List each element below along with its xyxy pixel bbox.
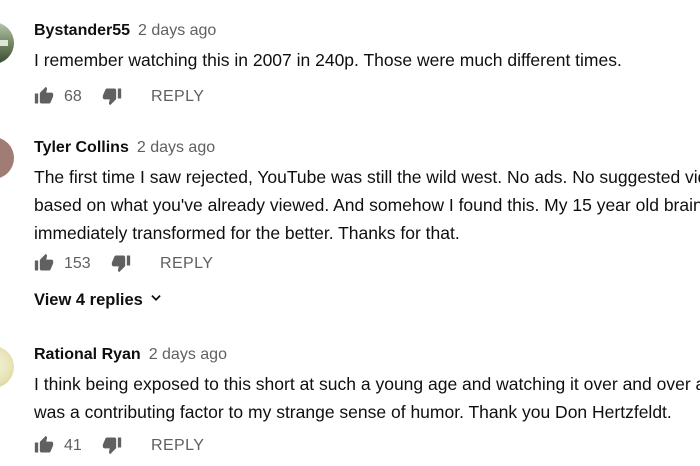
comment-text-line: I think being exposed to this short at s… xyxy=(34,374,700,394)
thumb-down-icon[interactable] xyxy=(102,86,122,106)
comment-text: I think being exposed to this short at s… xyxy=(34,370,700,426)
avatar[interactable] xyxy=(0,137,14,179)
comment-text: The first time I saw rejected, YouTube w… xyxy=(34,163,700,247)
view-replies-button[interactable]: View 4 replies xyxy=(34,291,163,310)
reply-button[interactable]: REPLY xyxy=(151,88,204,106)
avatar[interactable] xyxy=(0,22,14,64)
chevron-down-icon xyxy=(149,291,163,310)
comment-author[interactable]: Bystander55 xyxy=(34,22,130,39)
comment-text-line: I remember watching this in 2007 in 240p… xyxy=(34,50,622,70)
like-count: 41 xyxy=(64,437,82,454)
comment-date[interactable]: 2 days ago xyxy=(138,22,216,39)
comment-header: Bystander55 2 days ago xyxy=(34,22,216,40)
comment-date[interactable]: 2 days ago xyxy=(149,346,227,363)
comment-author[interactable]: Tyler Collins xyxy=(34,139,129,156)
comment-text: I remember watching this in 2007 in 240p… xyxy=(34,46,700,74)
like-count: 68 xyxy=(64,88,82,105)
thumb-up-icon[interactable] xyxy=(34,253,54,273)
like-count: 153 xyxy=(64,255,91,272)
comment-header: Tyler Collins 2 days ago xyxy=(34,139,215,157)
thumb-down-icon[interactable] xyxy=(102,435,122,455)
comment-text-line: was a contributing factor to my strange … xyxy=(34,402,672,422)
avatar[interactable] xyxy=(0,346,14,388)
comment-header: Rational Ryan 2 days ago xyxy=(34,346,227,364)
view-replies-label: View 4 replies xyxy=(34,291,143,309)
thumb-down-icon[interactable] xyxy=(111,253,131,273)
reply-button[interactable]: REPLY xyxy=(151,437,204,455)
thumb-up-icon[interactable] xyxy=(34,435,54,455)
comment-text-line: The first time I saw rejected, YouTube w… xyxy=(34,167,700,187)
comment-text-line: immediately transformed for the better. … xyxy=(34,223,460,243)
reply-button[interactable]: REPLY xyxy=(160,255,213,273)
comment-date[interactable]: 2 days ago xyxy=(137,139,215,156)
comment-text-line: based on what you've already viewed. And… xyxy=(34,195,700,215)
thumb-up-icon[interactable] xyxy=(34,86,54,106)
comment-author[interactable]: Rational Ryan xyxy=(34,346,141,363)
